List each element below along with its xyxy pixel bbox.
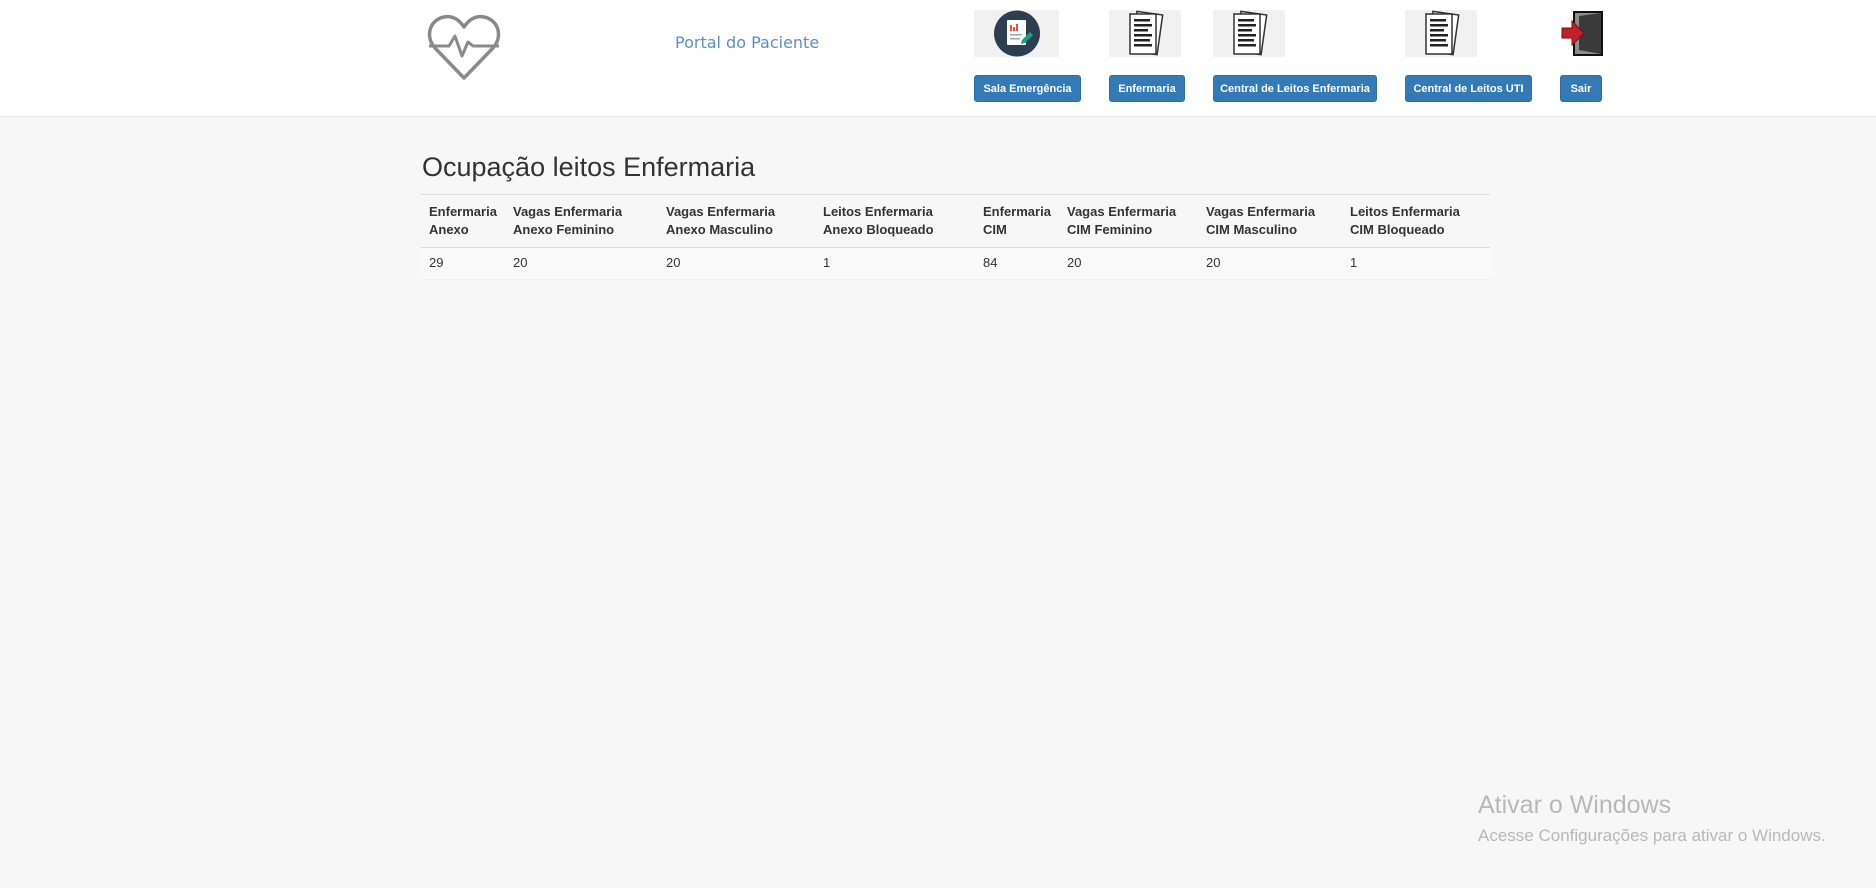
column-header: Vagas Enfermaria Anexo Masculino [658, 194, 815, 248]
central-leitos-enfermaria-button[interactable]: Central de Leitos Enfermaria [1213, 75, 1377, 102]
documents-icon[interactable] [1213, 10, 1285, 57]
table-cell: 20 [658, 247, 815, 280]
emergency-report-icon[interactable] [974, 10, 1059, 57]
central-leitos-uti-button[interactable]: Central de Leitos UTI [1405, 75, 1532, 102]
exit-door-icon[interactable] [1561, 10, 1604, 57]
sala-emergencia-button[interactable]: Sala Emergência [974, 75, 1081, 102]
table-cell: 84 [975, 247, 1059, 280]
column-header: Vagas Enfermaria CIM Masculino [1198, 194, 1342, 248]
top-navbar: Portal do Paciente Sala Emergência Enfer… [0, 0, 1876, 117]
column-header: Vagas Enfermaria CIM Feminino [1059, 194, 1198, 248]
documents-icon[interactable] [1405, 10, 1477, 57]
documents-icon[interactable] [1109, 10, 1181, 57]
enfermaria-button[interactable]: Enfermaria [1109, 75, 1185, 102]
heart-pulse-icon[interactable] [427, 12, 501, 82]
windows-activation-subtitle: Acesse Configurações para ativar o Windo… [1478, 826, 1826, 845]
occupancy-table: Enfermaria Anexo Vagas Enfermaria Anexo Fe… [421, 194, 1490, 280]
page-title: Ocupação leitos Enfermaria [422, 152, 756, 182]
column-header: Leitos Enfermaria CIM Bloqueado [1342, 194, 1490, 248]
table-cell: 20 [1198, 247, 1342, 280]
table-cell: 1 [815, 247, 975, 280]
table-header-row: Enfermaria Anexo Vagas Enfermaria Anexo Fe… [421, 194, 1490, 248]
table-row: 29 20 20 1 84 20 20 1 [421, 247, 1490, 280]
column-header: Enfermaria Anexo [421, 194, 505, 248]
column-header: Leitos Enfermaria Anexo Bloqueado [815, 194, 975, 248]
column-header: Vagas Enfermaria Anexo Feminino [505, 194, 658, 248]
sair-button[interactable]: Sair [1560, 75, 1602, 102]
table-cell: 29 [421, 247, 505, 280]
portal-title[interactable]: Portal do Paciente [675, 33, 819, 52]
windows-activation-title: Ativar o Windows [1478, 791, 1672, 819]
table-cell: 20 [505, 247, 658, 280]
column-header: Enfermaria CIM [975, 194, 1059, 248]
table-cell: 1 [1342, 247, 1490, 280]
table-cell: 20 [1059, 247, 1198, 280]
